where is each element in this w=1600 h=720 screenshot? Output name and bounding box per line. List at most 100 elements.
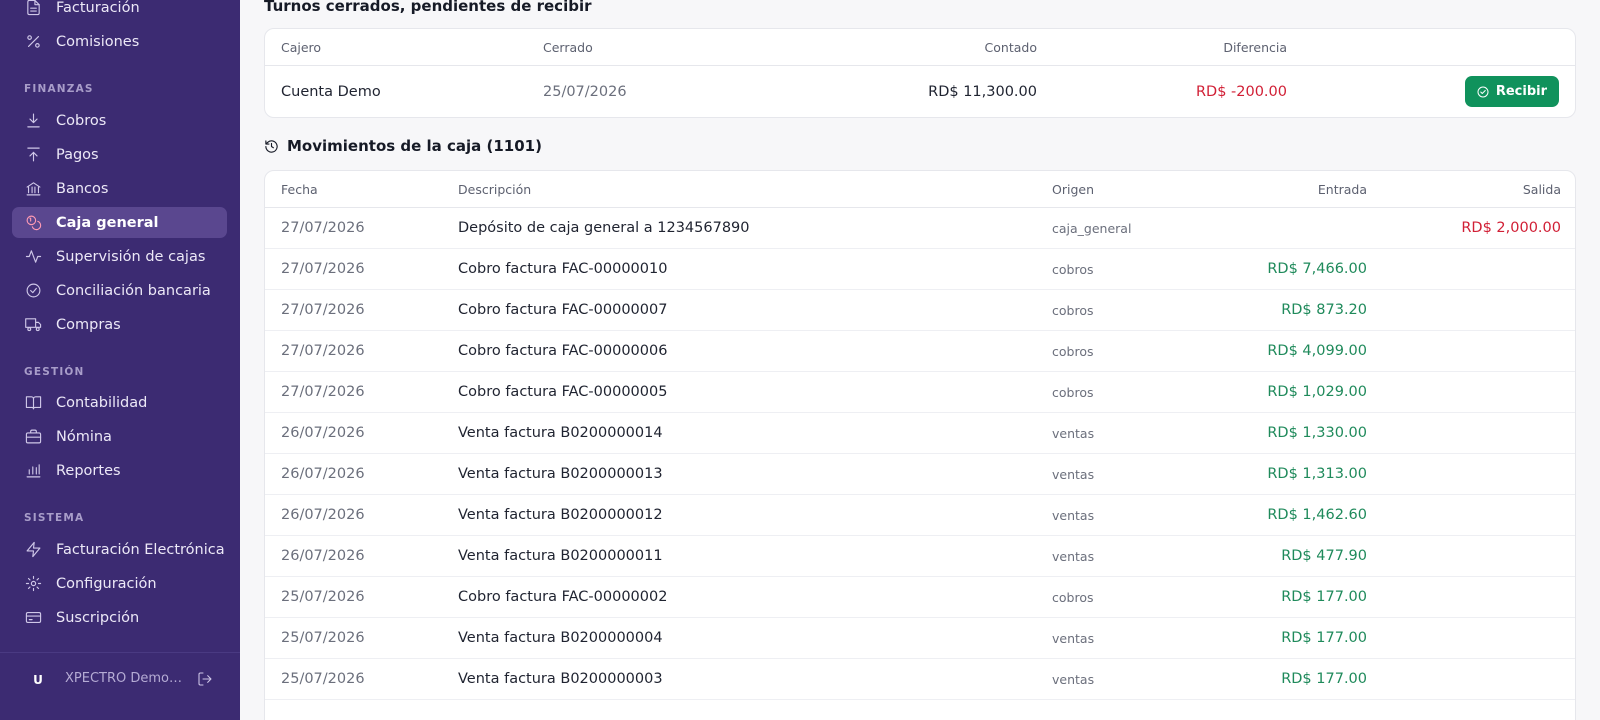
descripcion-cell: Cobro factura FAC-00000007 [458,302,668,318]
sidebar-item-label: Pagos [56,146,99,163]
sidebar-item-supervision-cajas[interactable]: Supervisión de cajas [12,241,227,272]
header-entrada: Entrada [1317,181,1367,197]
sidebar-item-caja-general[interactable]: Caja general [12,207,227,238]
origen-cell: cobros [1052,384,1094,400]
entrada-cell: RD$ 1,462.60 [1267,507,1367,523]
book-icon [24,394,42,412]
sidebar-item-reportes[interactable]: Reportes [12,455,227,486]
movements-title: Movimientos de la caja (1101) [264,137,542,155]
briefcase-icon [24,428,42,446]
header-contado: Contado [984,39,1037,55]
origen-cell: ventas [1052,671,1095,687]
check-circle-icon [1477,86,1489,97]
descripcion-cell: Venta factura B0200000003 [458,671,663,687]
fecha-cell: 27/07/2026 [281,261,365,277]
entrada-cell: RD$ 7,466.00 [1267,261,1367,277]
section-label-sistema: SISTEMA [24,512,85,524]
origen-cell: cobros [1052,302,1094,318]
header-cajero: Cajero [281,39,322,55]
table-row: 26/07/2026 Venta factura B0200000012 venta… [265,495,1575,536]
sidebar-item-cobros[interactable]: Cobros [12,105,227,136]
entrada-cell: RD$ 1,313.00 [1267,466,1367,482]
descripcion-cell: Depósito de caja general a 1234567890 [458,220,750,236]
salida-cell [1375,413,1561,453]
sidebar-item-label: Suscripción [56,609,140,626]
logout-icon[interactable] [197,671,215,689]
sidebar-item-label: Facturación [56,0,140,16]
sidebar-item-pagos[interactable]: Pagos [12,139,227,170]
header-cerrado: Cerrado [543,39,593,55]
check-circle-icon [24,282,42,300]
origen-cell: ventas [1052,630,1095,646]
descripcion-cell: Venta factura B0200000011 [458,548,663,564]
cajero-cell: Cuenta Demo [281,84,381,100]
file-text-icon [24,0,42,17]
fecha-cell: 25/07/2026 [281,589,365,605]
descripcion-cell: Cobro factura FAC-00000006 [458,343,668,359]
sidebar-item-facturacion-electronica[interactable]: Facturación Electrónica [12,534,227,565]
salida-cell: RD$ 2,000.00 [1461,220,1561,236]
table-row: 27/07/2026 Cobro factura FAC-00000006 cobr… [265,331,1575,372]
origen-cell: ventas [1052,548,1095,564]
bank-icon [24,180,42,198]
descripcion-cell: Venta factura B0200000004 [458,630,663,646]
sidebar-nav: Facturación Comisiones FINANZAS Cobros P… [0,0,240,650]
sidebar-item-facturacion[interactable]: Facturación [12,0,227,23]
sidebar-item-contabilidad[interactable]: Contabilidad [12,387,227,418]
sidebar-item-label: Nómina [56,428,112,445]
salida-cell [1375,290,1561,330]
movement-rows: 27/07/2026 Depósito de caja general a 123… [265,208,1575,700]
table-row: 25/07/2026 Venta factura B0200000003 venta… [265,659,1575,700]
contado-cell: RD$ 11,300.00 [928,84,1037,100]
origen-cell: ventas [1052,425,1095,441]
pending-shifts-title: Turnos cerrados, pendientes de recibir [264,0,592,15]
salida-cell [1375,536,1561,576]
origen-cell: caja_general [1052,220,1132,236]
sidebar-item-suscripcion[interactable]: Suscripción [12,602,227,633]
descripcion-cell: Venta factura B0200000012 [458,507,663,523]
section-label-finanzas: FINANZAS [24,83,94,95]
sidebar-item-compras[interactable]: Compras [12,309,227,340]
origen-cell: cobros [1052,343,1094,359]
sidebar-item-comisiones[interactable]: Comisiones [12,26,227,57]
main-content: Turnos cerrados, pendientes de recibir C… [240,0,1600,720]
sidebar-item-configuracion[interactable]: Configuración [12,568,227,599]
sidebar-item-conciliacion-bancaria[interactable]: Conciliación bancaria [12,275,227,306]
entrada-cell: RD$ 1,330.00 [1267,425,1367,441]
entrada-cell: RD$ 1,029.00 [1267,384,1367,400]
descripcion-cell: Cobro factura FAC-00000010 [458,261,668,277]
movements-table: Fecha Descripción Origen Entrada Salida … [264,170,1576,720]
sidebar-item-label: Reportes [56,462,121,479]
fecha-cell: 25/07/2026 [281,630,365,646]
pending-shifts-table: Cajero Cerrado Contado Diferencia Cuenta… [264,28,1576,118]
origen-cell: ventas [1052,507,1095,523]
salida-cell [1375,659,1561,699]
fecha-cell: 27/07/2026 [281,302,365,318]
table-header: Fecha Descripción Origen Entrada Salida [265,171,1575,208]
origen-cell: ventas [1052,466,1095,482]
avatar[interactable]: U [27,669,49,691]
recibir-button[interactable]: Recibir [1464,76,1559,107]
sidebar: Facturación Comisiones FINANZAS Cobros P… [0,0,240,720]
table-row: 26/07/2026 Venta factura B0200000011 venta… [265,536,1575,577]
entrada-cell: RD$ 873.20 [1281,302,1367,318]
gear-icon [24,575,42,593]
salida-cell [1375,372,1561,412]
section-label-gestion: GESTIÓN [24,366,85,378]
sidebar-item-label: Caja general [56,214,159,231]
zap-icon [24,541,42,559]
sidebar-item-bancos[interactable]: Bancos [12,173,227,204]
descripcion-cell: Cobro factura FAC-00000002 [458,589,668,605]
bar-chart-icon [24,462,42,480]
sidebar-item-label: Facturación Electrónica [56,541,225,558]
sidebar-item-label: Cobros [56,112,107,129]
download-icon [24,112,42,130]
sidebar-item-nomina[interactable]: Nómina [12,421,227,452]
percent-icon [24,33,42,51]
sidebar-item-label: Contabilidad [56,394,148,411]
entrada-cell: RD$ 177.00 [1281,630,1367,646]
table-row: 25/07/2026 Cobro factura FAC-00000002 cobr… [265,577,1575,618]
table-row: 27/07/2026 Cobro factura FAC-00000005 cobr… [265,372,1575,413]
fecha-cell: 26/07/2026 [281,507,365,523]
entrada-cell: RD$ 177.00 [1281,671,1367,687]
